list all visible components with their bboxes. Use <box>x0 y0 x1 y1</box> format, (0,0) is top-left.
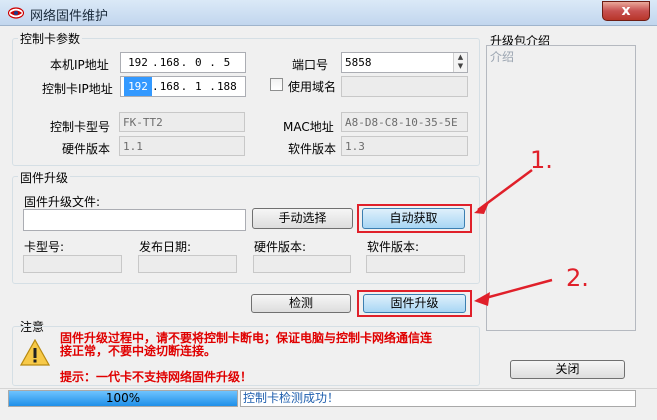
port-spinner[interactable]: ▲ ▼ <box>453 53 467 72</box>
control-card-group-title: 控制卡参数 <box>18 30 83 47</box>
annotation-label-2: 2. <box>566 264 589 292</box>
warning-icon <box>20 339 50 366</box>
card-model-label: 控制卡型号 <box>50 120 111 134</box>
hardware-version-field: 1.1 <box>119 136 245 156</box>
progress-text: 100% <box>105 391 141 405</box>
upgrade-card-model-label: 卡型号: <box>24 240 65 254</box>
card-ip-octet-4: 188 <box>216 80 237 93</box>
close-button[interactable]: 关闭 <box>510 360 625 379</box>
upgrade-card-model-field <box>23 255 122 273</box>
spin-down-icon[interactable]: ▼ <box>454 62 467 71</box>
manual-select-button[interactable]: 手动选择 <box>252 208 353 229</box>
port-field[interactable]: 5858 <box>341 52 468 73</box>
annotation-arrows <box>474 168 553 306</box>
annotation-arrowhead-1 <box>474 200 490 214</box>
annotation-arrowhead-2 <box>474 292 490 306</box>
local-ip-field[interactable]: 192.168. 0. 5 <box>120 52 246 73</box>
use-domain-label: 使用域名 <box>288 80 337 94</box>
window-title: 网络固件维护 <box>30 9 109 24</box>
release-date-label: 发布日期: <box>139 240 192 254</box>
firmware-upgrade-button[interactable]: 固件升级 <box>363 294 466 313</box>
card-ip-octet-2: 168 <box>159 80 180 93</box>
software-version-label: 软件版本 <box>288 142 337 156</box>
card-model-field: FK-TT2 <box>119 112 245 132</box>
upgrade-sw-version-label: 软件版本: <box>367 240 420 254</box>
progress-bar: 100% <box>8 390 238 407</box>
release-date-field <box>138 255 237 273</box>
card-ip-octet-3: 1 <box>194 80 202 93</box>
app-logo-icon <box>8 7 24 19</box>
status-message: 控制卡检测成功！ <box>240 390 636 407</box>
firmware-file-field[interactable] <box>23 209 246 231</box>
notice-tip: 提示：一代卡不支持网络固件升级！ <box>60 370 253 384</box>
software-version-field: 1.3 <box>341 136 468 156</box>
detect-button[interactable]: 检测 <box>251 294 351 313</box>
notice-text: 固件升级过程中，请不要将控制卡断电；保证电脑与控制卡网络通信连 接正常，不要中途… <box>60 332 472 358</box>
local-ip-octet-3: 0 <box>194 56 202 69</box>
use-domain-checkbox[interactable] <box>270 78 283 91</box>
card-ip-field[interactable]: 192.168. 1.188 <box>120 76 246 97</box>
card-ip-label: 控制卡IP地址 <box>42 82 113 96</box>
port-label: 端口号 <box>292 58 329 72</box>
card-ip-octet-1: 192 <box>124 77 152 96</box>
mac-field: A8-D8-C8-10-35-5E <box>341 112 468 132</box>
local-ip-octet-1: 192 <box>128 56 148 69</box>
upgrade-hw-version-field <box>253 255 351 273</box>
spin-up-icon[interactable]: ▲ <box>454 53 467 62</box>
notice-line-2: 接正常，不要中途切断连接。 <box>60 344 217 358</box>
upgrade-sw-version-field <box>366 255 465 273</box>
mac-label: MAC地址 <box>283 120 334 134</box>
firmware-group-title: 固件升级 <box>18 169 71 186</box>
hardware-version-label: 硬件版本 <box>62 142 111 156</box>
upgrade-hw-version-label: 硬件版本: <box>254 240 307 254</box>
package-intro-text: 介绍 <box>490 50 515 64</box>
local-ip-label: 本机IP地址 <box>50 58 109 72</box>
firmware-file-label: 固件升级文件: <box>24 195 101 209</box>
local-ip-octet-4: 5 <box>223 56 231 69</box>
domain-field[interactable] <box>341 76 468 97</box>
local-ip-octet-2: 168 <box>159 56 180 69</box>
window-close-button[interactable]: x <box>602 1 650 21</box>
auto-fetch-button[interactable]: 自动获取 <box>362 208 465 229</box>
annotation-label-1: 1. <box>530 146 553 174</box>
